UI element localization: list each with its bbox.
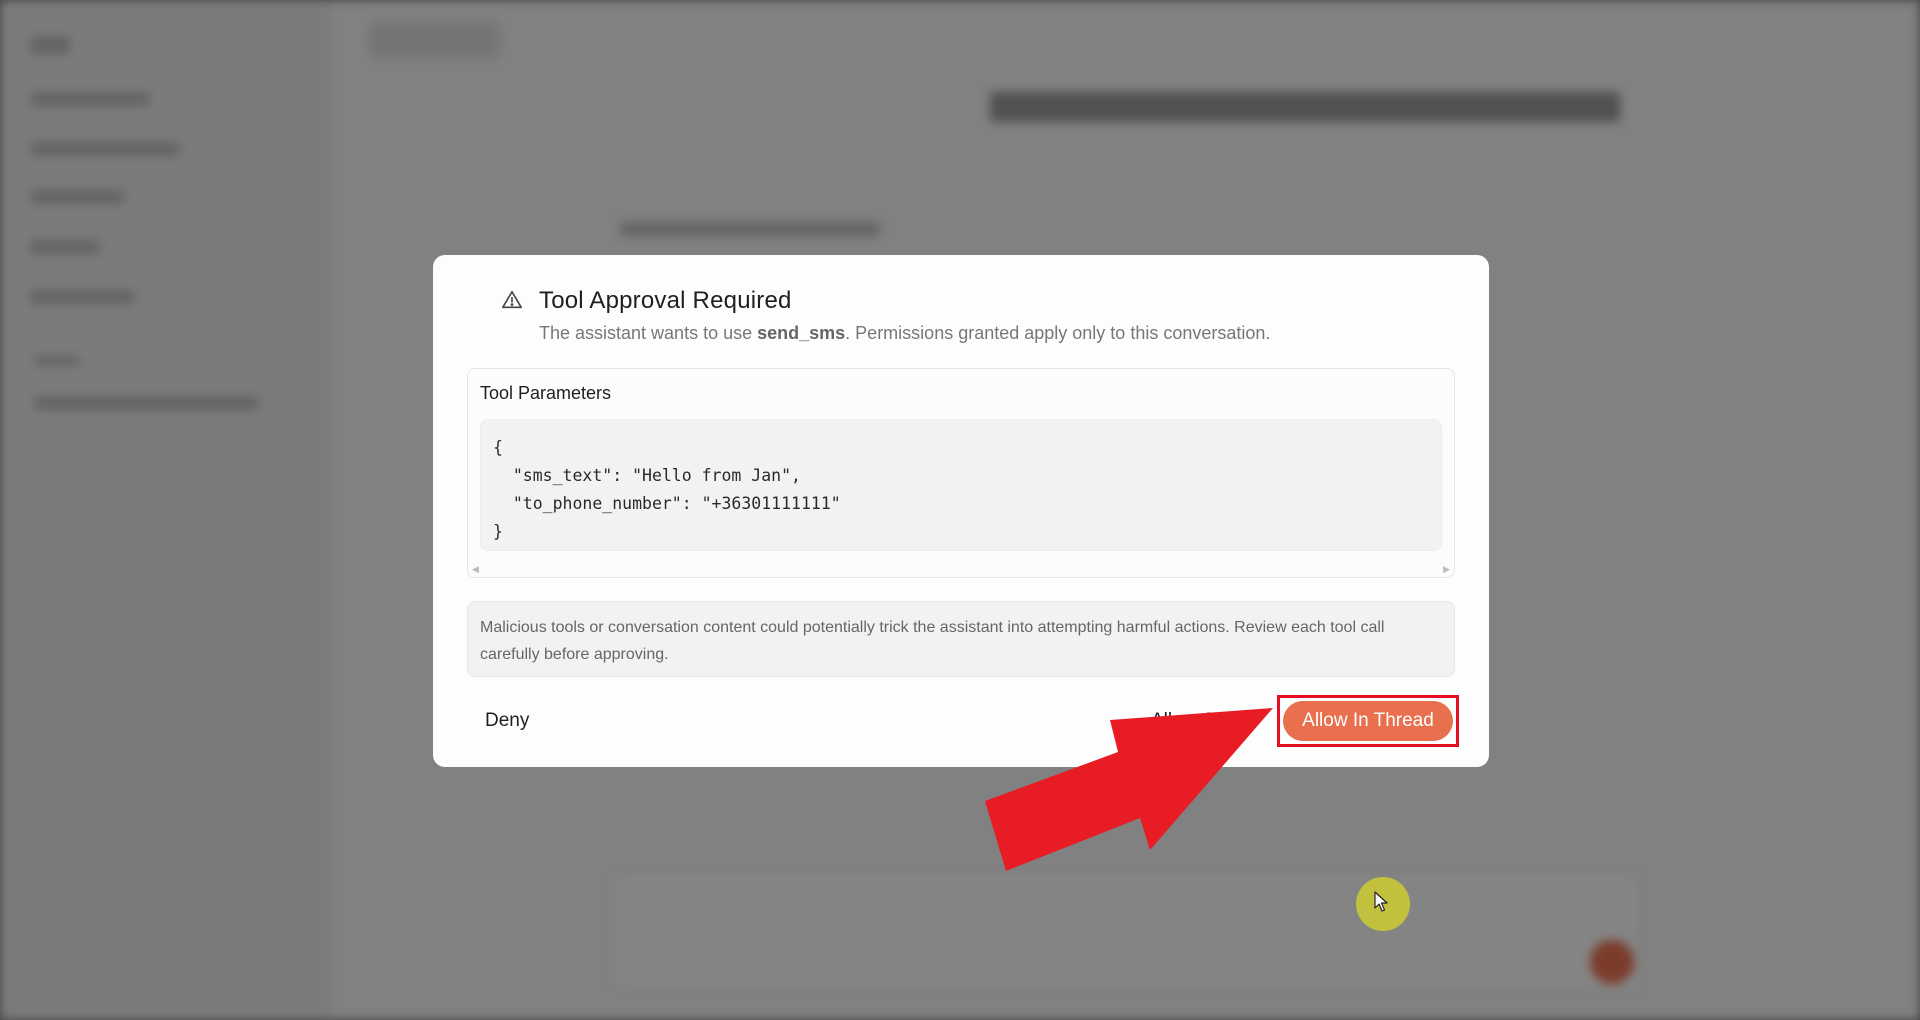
mouse-pointer-icon	[1374, 891, 1388, 912]
scroll-right-icon[interactable]: ▶	[1443, 564, 1450, 575]
deny-button[interactable]: Deny	[477, 697, 537, 745]
dialog-subtitle: The assistant wants to use send_sms. Per…	[539, 323, 1271, 343]
highlight-box: Allow In Thread	[1277, 695, 1459, 747]
tool-approval-dialog: Tool Approval Required The assistant wan…	[433, 255, 1489, 767]
dialog-footer: Deny Allow Once Allow In Thread	[433, 695, 1489, 747]
dialog-header: Tool Approval Required The assistant wan…	[467, 255, 1455, 367]
warning-triangle-icon	[501, 289, 523, 311]
tool-name: send_sms	[757, 323, 846, 343]
allow-once-button[interactable]: Allow Once	[1143, 697, 1255, 745]
dialog-title: Tool Approval Required	[539, 287, 792, 314]
tool-parameters-code: { "sms_text": "Hello from Jan", "to_phon…	[480, 419, 1442, 551]
tool-parameters-title: Tool Parameters	[480, 383, 612, 403]
allow-in-thread-button[interactable]: Allow In Thread	[1283, 701, 1453, 741]
security-warning: Malicious tools or conversation content …	[467, 601, 1455, 677]
tool-parameters-panel[interactable]: Tool Parameters { "sms_text": "Hello fro…	[467, 368, 1455, 578]
scroll-left-icon[interactable]: ◀	[472, 564, 479, 575]
